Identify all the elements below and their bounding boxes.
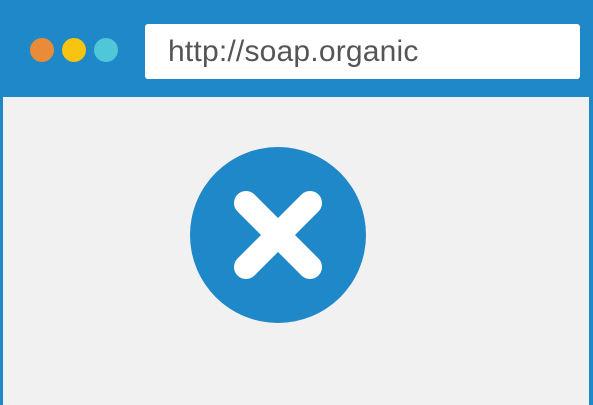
window-maximize-dot[interactable] xyxy=(94,38,118,62)
browser-titlebar: http://soap.organic xyxy=(0,0,593,97)
window-minimize-dot[interactable] xyxy=(62,38,86,62)
page-content xyxy=(3,97,589,405)
browser-window: http://soap.organic xyxy=(0,0,593,405)
window-close-dot[interactable] xyxy=(30,38,54,62)
address-bar[interactable]: http://soap.organic xyxy=(145,24,580,79)
address-url: http://soap.organic xyxy=(168,34,419,68)
error-x-icon xyxy=(190,147,366,323)
